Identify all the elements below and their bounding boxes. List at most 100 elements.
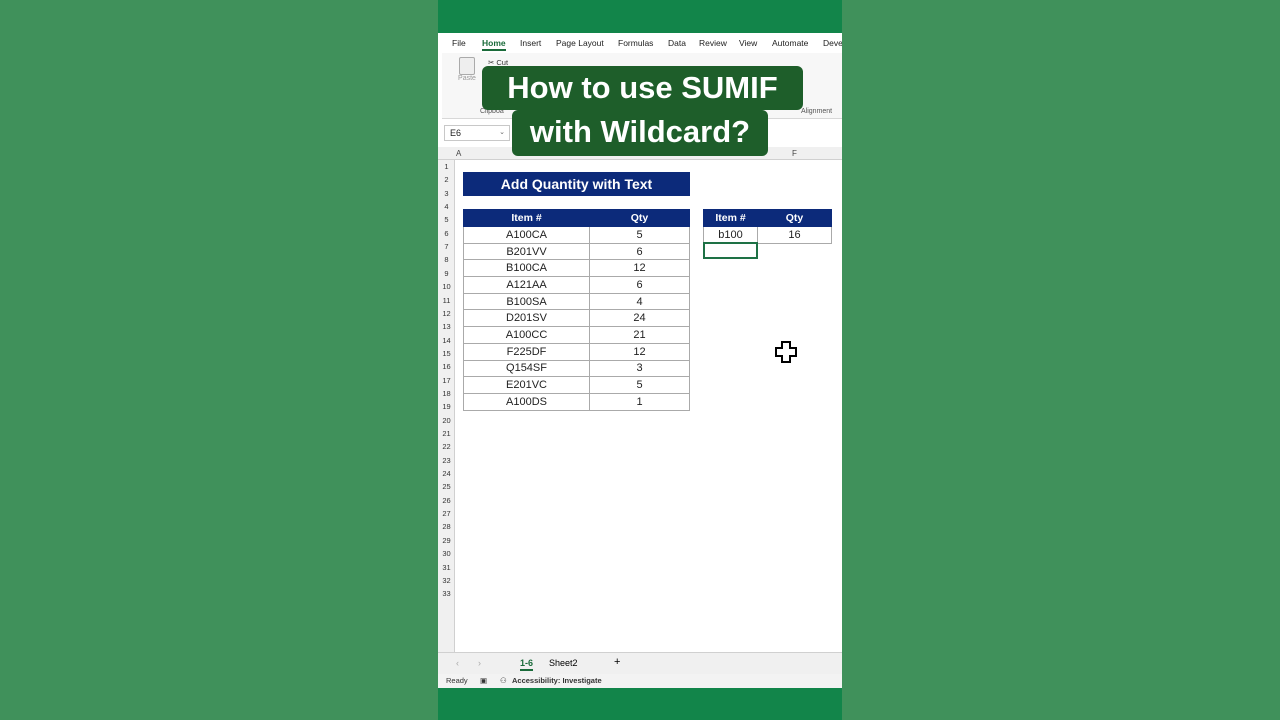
- row-header[interactable]: 20: [438, 416, 455, 425]
- tab-data[interactable]: Data: [668, 38, 686, 48]
- paste-label: Paste: [458, 75, 476, 82]
- table-row: F225DF 12: [463, 342, 690, 361]
- table-row: A100CC 21: [463, 326, 690, 344]
- header-qty[interactable]: Qty: [589, 209, 690, 227]
- item-cell[interactable]: B100SA: [463, 292, 590, 311]
- row-header[interactable]: 14: [438, 336, 455, 345]
- column-header-f[interactable]: F: [792, 149, 797, 158]
- macro-record-icon[interactable]: ▣: [480, 676, 487, 685]
- item-cell[interactable]: A100CC: [463, 326, 590, 344]
- clipboard-icon: [459, 57, 475, 75]
- row-header[interactable]: 32: [438, 576, 455, 585]
- tab-page-layout[interactable]: Page Layout: [556, 38, 604, 48]
- row-header[interactable]: 22: [438, 442, 455, 451]
- criteria-table: Item # Qty b100 16: [703, 209, 832, 244]
- selected-cell-e6[interactable]: [703, 242, 758, 259]
- tab-review[interactable]: Review: [699, 38, 727, 48]
- item-cell[interactable]: D201SV: [463, 309, 590, 328]
- item-cell[interactable]: F225DF: [463, 342, 590, 361]
- sheet-tab-1-6[interactable]: 1-6: [520, 658, 534, 671]
- background-right: [842, 0, 1280, 720]
- row-header[interactable]: 24: [438, 469, 455, 478]
- row-header[interactable]: 25: [438, 482, 455, 491]
- qty-cell[interactable]: 12: [589, 259, 690, 278]
- item-cell[interactable]: A100CA: [463, 226, 590, 244]
- row-header[interactable]: 17: [438, 376, 455, 385]
- row-header[interactable]: 12: [438, 309, 455, 318]
- row-header[interactable]: 1: [438, 162, 455, 171]
- chevron-down-icon[interactable]: ⌄: [499, 128, 505, 136]
- row-header[interactable]: 7: [438, 242, 455, 251]
- row-header[interactable]: 3: [438, 189, 455, 198]
- row-header[interactable]: 29: [438, 536, 455, 545]
- table-row: A100CA 5: [463, 226, 690, 244]
- row-header[interactable]: 27: [438, 509, 455, 518]
- qty-cell[interactable]: 12: [589, 342, 690, 361]
- tab-view[interactable]: View: [739, 38, 757, 48]
- row-header[interactable]: 31: [438, 563, 455, 572]
- accessibility-icon[interactable]: ⚇: [500, 676, 507, 685]
- qty-cell[interactable]: 24: [589, 309, 690, 328]
- row-header[interactable]: 23: [438, 456, 455, 465]
- row-header[interactable]: 11: [438, 296, 455, 305]
- table-row: E201VC 5: [463, 376, 690, 394]
- header-item[interactable]: Item #: [463, 209, 590, 227]
- row-header[interactable]: 9: [438, 269, 455, 278]
- paste-button[interactable]: Paste: [456, 57, 478, 97]
- criteria-header-qty[interactable]: Qty: [757, 209, 832, 227]
- row-header[interactable]: 6: [438, 229, 455, 238]
- qty-cell[interactable]: 6: [589, 276, 690, 294]
- qty-cell[interactable]: 1: [589, 392, 690, 411]
- sheet-tab-bar: ‹ › 1-6 Sheet2 +: [438, 652, 842, 674]
- item-cell[interactable]: E201VC: [463, 376, 590, 394]
- qty-cell[interactable]: 3: [589, 359, 690, 378]
- row-header[interactable]: 4: [438, 202, 455, 211]
- table-row: D201SV 24: [463, 309, 690, 328]
- item-cell[interactable]: A121AA: [463, 276, 590, 294]
- row-header[interactable]: 5: [438, 215, 455, 224]
- scroll-left-icon[interactable]: ‹: [456, 658, 459, 668]
- criteria-header-item[interactable]: Item #: [703, 209, 758, 227]
- tab-automate[interactable]: Automate: [772, 38, 808, 48]
- accessibility-status[interactable]: Accessibility: Investigate: [512, 676, 602, 685]
- row-header[interactable]: 19: [438, 402, 455, 411]
- item-cell[interactable]: A100DS: [463, 392, 590, 411]
- criteria-item-cell[interactable]: b100: [703, 226, 758, 244]
- scroll-right-icon[interactable]: ›: [478, 658, 481, 668]
- row-header[interactable]: 21: [438, 429, 455, 438]
- table-row: A121AA 6: [463, 276, 690, 294]
- row-header[interactable]: 15: [438, 349, 455, 358]
- tab-formulas[interactable]: Formulas: [618, 38, 653, 48]
- tab-home[interactable]: Home: [482, 38, 506, 51]
- tab-insert[interactable]: Insert: [520, 38, 541, 48]
- item-cell[interactable]: B100CA: [463, 259, 590, 278]
- criteria-qty-cell[interactable]: 16: [757, 226, 832, 244]
- row-header[interactable]: 8: [438, 255, 455, 264]
- status-ready: Ready: [446, 676, 468, 685]
- row-header[interactable]: 13: [438, 322, 455, 331]
- sheet-title: Add Quantity with Text: [463, 172, 690, 196]
- row-header[interactable]: 10: [438, 282, 455, 291]
- qty-cell[interactable]: 5: [589, 376, 690, 394]
- qty-cell[interactable]: 5: [589, 226, 690, 244]
- column-header-a[interactable]: A: [456, 149, 461, 158]
- table-row: B201VV 6: [463, 242, 690, 261]
- row-header[interactable]: 26: [438, 496, 455, 505]
- row-header[interactable]: 28: [438, 522, 455, 531]
- tab-developer[interactable]: Deve: [823, 38, 842, 48]
- qty-cell[interactable]: 4: [589, 292, 690, 311]
- row-header[interactable]: 30: [438, 549, 455, 558]
- tab-file[interactable]: File: [452, 38, 466, 48]
- qty-cell[interactable]: 21: [589, 326, 690, 344]
- alignment-group-label: Alignment: [801, 108, 833, 115]
- row-header[interactable]: 2: [438, 175, 455, 184]
- row-header[interactable]: 18: [438, 389, 455, 398]
- qty-cell[interactable]: 6: [589, 242, 690, 261]
- name-box[interactable]: E6 ⌄: [444, 125, 510, 141]
- add-sheet-button[interactable]: +: [614, 656, 620, 668]
- item-cell[interactable]: B201VV: [463, 242, 590, 261]
- row-header[interactable]: 16: [438, 362, 455, 371]
- sheet-tab-sheet2[interactable]: Sheet2: [549, 658, 578, 668]
- row-header[interactable]: 33: [438, 589, 455, 598]
- item-cell[interactable]: Q154SF: [463, 359, 590, 378]
